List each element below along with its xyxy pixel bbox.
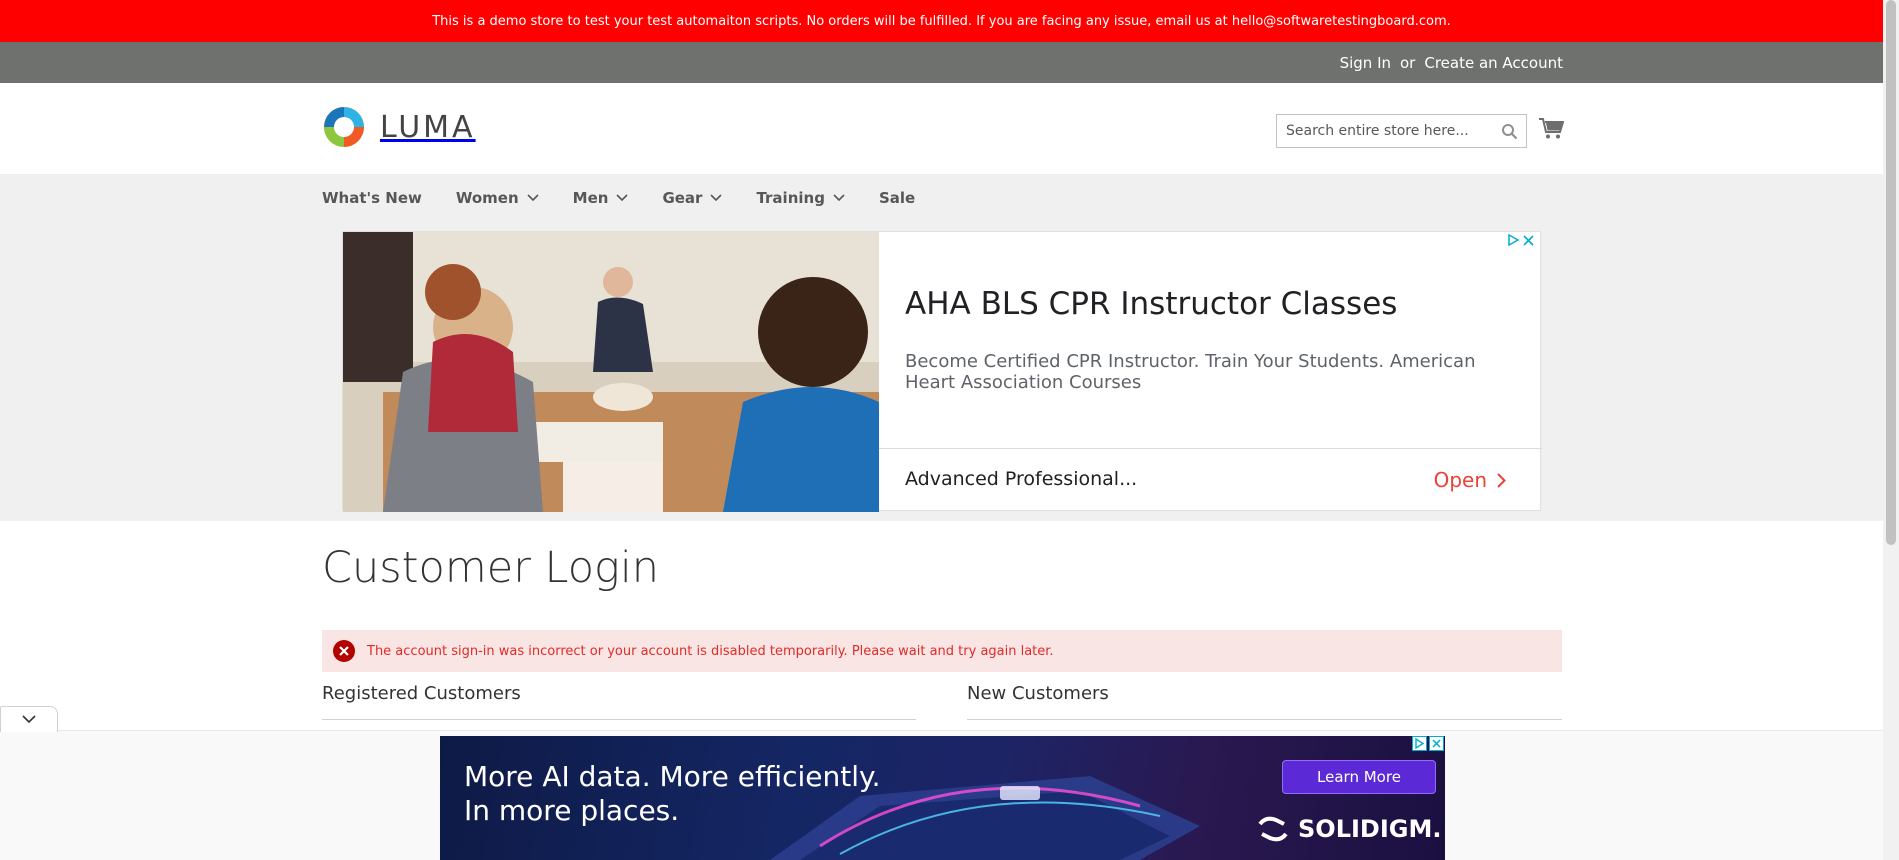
nav-item-label: Women <box>455 188 519 207</box>
ad-divider <box>879 448 1542 449</box>
adchoices-icon[interactable] <box>1412 736 1427 751</box>
ad-description: Become Certified CPR Instructor. Train Y… <box>905 351 1476 393</box>
chevron-down-icon <box>22 715 36 724</box>
chevron-down-icon <box>616 193 629 201</box>
cart-icon[interactable] <box>1538 116 1565 140</box>
demo-notice-text: This is a demo store to test your test a… <box>432 13 1451 29</box>
ad-bottom-text: Advanced Professional... <box>905 468 1138 490</box>
create-account-link[interactable]: Create an Account <box>1424 54 1563 72</box>
ad-open-button[interactable]: Open <box>1434 468 1506 492</box>
luma-logo-text: LUMA <box>380 109 476 145</box>
nav-item-training[interactable]: Training <box>756 188 845 207</box>
nav-item-whats-new[interactable]: What's New <box>322 189 422 207</box>
search-box <box>1276 114 1527 148</box>
ad-banner[interactable]: AHA BLS CPR Instructor Classes Become Ce… <box>342 231 1542 512</box>
error-message: The account sign-in was incorrect or you… <box>322 630 1562 672</box>
or-separator: or <box>1400 53 1416 72</box>
ad-choices-badge[interactable] <box>1507 234 1534 246</box>
nav-item-label: Gear <box>662 188 703 207</box>
demo-notice-bar: This is a demo store to test your test a… <box>0 0 1883 42</box>
scrollbar-thumb[interactable] <box>1886 0 1896 545</box>
error-message-text: The account sign-in was incorrect or you… <box>367 643 1054 659</box>
adchoices-icon[interactable] <box>1507 234 1519 246</box>
page-scrollbar[interactable] <box>1883 0 1899 860</box>
nav-item-label: Training <box>756 188 825 207</box>
site-header: LUMA <box>0 83 1883 174</box>
nav-item-women[interactable]: Women <box>456 189 539 207</box>
ad-photo <box>343 232 879 512</box>
registered-customers-title: Registered Customers <box>322 683 521 704</box>
page-title: Customer Login <box>322 543 660 593</box>
solidigm-brand-text: SOLIDIGM. <box>1298 815 1442 843</box>
bottom-ad-banner[interactable]: More AI data. More efficiently. In more … <box>440 736 1445 860</box>
bottom-ad-headline: More AI data. More efficiently. In more … <box>464 760 881 828</box>
bottom-ad-headline-line2: In more places. <box>464 794 680 827</box>
new-customers-divider <box>967 719 1562 720</box>
registered-customers-divider <box>322 719 916 720</box>
close-icon[interactable] <box>1523 234 1534 246</box>
close-icon[interactable] <box>1429 736 1444 751</box>
chevron-down-icon <box>527 193 539 201</box>
solidigm-logo-icon <box>1258 816 1288 842</box>
chevron-down-icon <box>710 193 723 201</box>
nav-item-label: Men <box>572 188 609 207</box>
new-customers-title: New Customers <box>967 683 1109 704</box>
bottom-ad-controls <box>1412 736 1444 751</box>
nav-item-men[interactable]: Men <box>573 189 629 207</box>
search-icon[interactable] <box>1501 123 1518 140</box>
solidigm-brand: SOLIDIGM. <box>1256 814 1441 844</box>
ad-open-label: Open <box>1433 468 1487 492</box>
chevron-down-icon <box>833 193 845 201</box>
nav-item-label: What's New <box>322 188 422 207</box>
error-icon <box>333 640 355 662</box>
collapse-ad-toggle[interactable] <box>0 706 58 732</box>
sign-in-link[interactable]: Sign In <box>1340 54 1391 72</box>
search-input[interactable] <box>1277 115 1487 147</box>
luma-logo[interactable]: LUMA <box>322 105 476 149</box>
luma-logo-icon <box>322 105 366 149</box>
chevron-right-icon <box>1497 472 1506 488</box>
ad-title[interactable]: AHA BLS CPR Instructor Classes <box>905 286 1397 322</box>
nav-item-label: Sale <box>878 188 916 207</box>
nav-item-gear[interactable]: Gear <box>662 188 723 207</box>
header-links-bar: Sign In or Create an Account <box>0 42 1883 83</box>
learn-more-button[interactable]: Learn More <box>1282 760 1436 794</box>
bottom-ad-headline-line1: More AI data. More efficiently. <box>464 760 881 793</box>
nav-item-sale[interactable]: Sale <box>879 189 915 207</box>
